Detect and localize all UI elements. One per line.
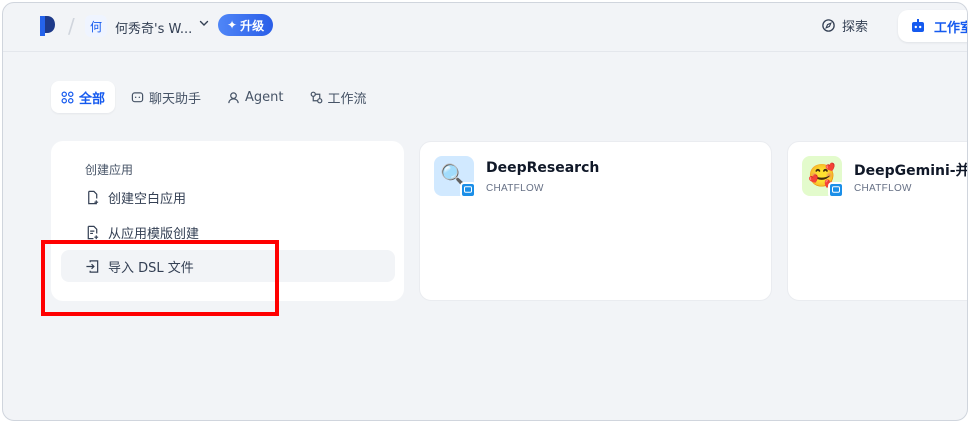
workflow-icon <box>310 91 322 103</box>
compass-icon <box>822 19 835 32</box>
app-type: CHATFLOW <box>854 183 912 194</box>
chatflow-badge-icon <box>828 182 844 198</box>
upgrade-label: 升级 <box>240 18 265 33</box>
explore-nav[interactable]: 探索 <box>821 16 868 35</box>
tab-label: 工作流 <box>327 91 367 107</box>
agent-icon <box>228 91 239 103</box>
app-card[interactable]: 🔍 DeepResearch CHATFLOW <box>419 141 772 301</box>
app-type-tabs: 全部 聊天助手 Agent 工作流 <box>51 81 377 113</box>
robot-icon <box>912 19 924 32</box>
top-header: / 何 何秀奇's W... ✦ 升级 探索 工作室 <box>3 3 967 51</box>
template-icon <box>87 225 99 239</box>
app-name: DeepGemini-并行 <box>854 163 967 179</box>
studio-nav[interactable]: 工作室 <box>898 10 967 42</box>
create-item-label: 创建空白应用 <box>108 191 187 207</box>
create-item-label: 从应用模版创建 <box>108 226 200 242</box>
app-card[interactable]: 🥰 DeepGemini-并行 CHATFLOW <box>787 141 967 301</box>
app-type: CHATFLOW <box>486 183 544 194</box>
tab-agent[interactable]: Agent <box>217 81 293 113</box>
highlight-box <box>41 240 279 316</box>
breadcrumb-separator: / <box>68 14 75 38</box>
dify-logo[interactable] <box>38 15 56 37</box>
studio-label: 工作室 <box>934 20 967 36</box>
tab-workflow[interactable]: 工作流 <box>300 81 377 113</box>
tab-label: 全部 <box>79 91 106 107</box>
tab-label: 聊天助手 <box>149 91 202 107</box>
chevron-down-icon[interactable] <box>199 18 209 28</box>
tab-chat-assistant[interactable]: 聊天助手 <box>121 81 211 113</box>
new-file-icon <box>88 190 99 204</box>
chat-icon <box>131 91 144 102</box>
explore-label: 探索 <box>842 20 869 35</box>
grid-icon <box>61 91 74 103</box>
workspace-name[interactable]: 何秀奇's W... <box>115 18 192 37</box>
app-window: / 何 何秀奇's W... ✦ 升级 探索 工作室 <box>2 2 968 421</box>
upgrade-button[interactable]: ✦ 升级 <box>218 14 274 36</box>
header-divider <box>3 51 967 52</box>
tab-label: Agent <box>245 89 284 105</box>
sparkle-icon: ✦ <box>227 18 238 32</box>
workspace-avatar[interactable]: 何 <box>85 15 107 37</box>
app-name: DeepResearch <box>486 160 600 176</box>
chatflow-badge-icon <box>460 182 476 198</box>
tab-all[interactable]: 全部 <box>51 81 116 113</box>
create-blank-app-button[interactable]: 创建空白应用 <box>61 181 395 213</box>
create-app-title: 创建应用 <box>85 163 134 177</box>
